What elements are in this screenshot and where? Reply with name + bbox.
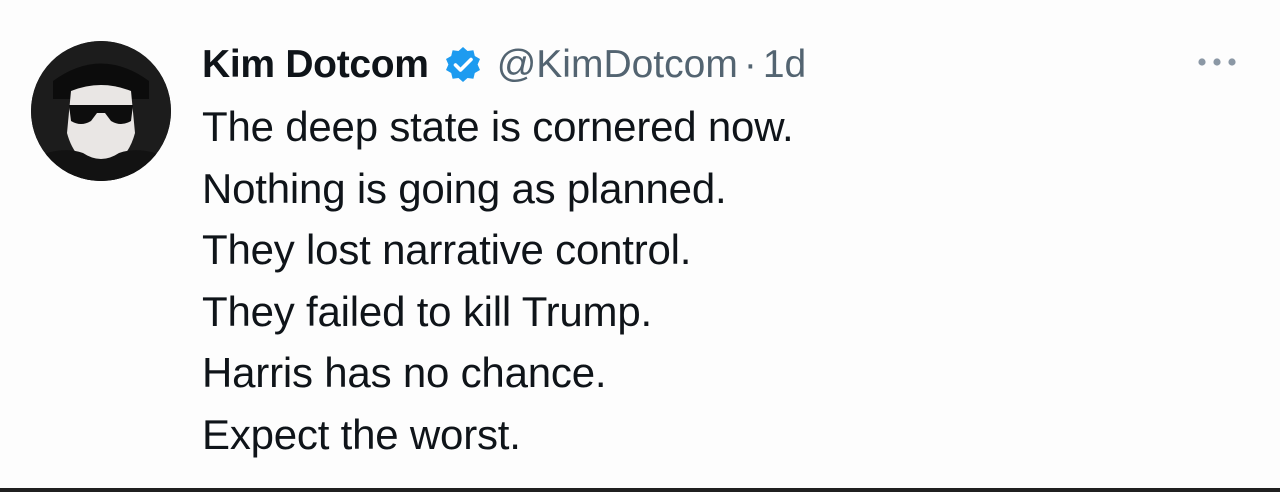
avatar-image (31, 41, 171, 181)
more-options-icon[interactable] (1192, 50, 1252, 74)
tweet-line: They failed to kill Trump. (202, 287, 652, 335)
verified-badge-icon (443, 45, 483, 85)
tweet-line: They lost narrative control. (202, 226, 692, 273)
timestamp[interactable]: 1d (763, 43, 806, 87)
tweet-header: Kim Dotcom @KimDotcom · 1d (202, 38, 806, 92)
tweet-line: Nothing is going as planned. (202, 164, 727, 212)
avatar[interactable] (31, 41, 171, 181)
bottom-divider (0, 488, 1280, 492)
tweet-card: Kim Dotcom @KimDotcom · 1d The deep stat… (0, 0, 1280, 492)
tweet-line: The deep state is cornered now. (202, 103, 794, 150)
tweet-line: Expect the worst. (202, 410, 521, 458)
tweet-text: The deep state is cornered now. Nothing … (202, 96, 794, 465)
tweet-line: Harris has no chance. (202, 349, 607, 396)
separator-dot: · (743, 43, 757, 86)
display-name[interactable]: Kim Dotcom (202, 43, 429, 87)
handle[interactable]: @KimDotcom (497, 43, 738, 87)
